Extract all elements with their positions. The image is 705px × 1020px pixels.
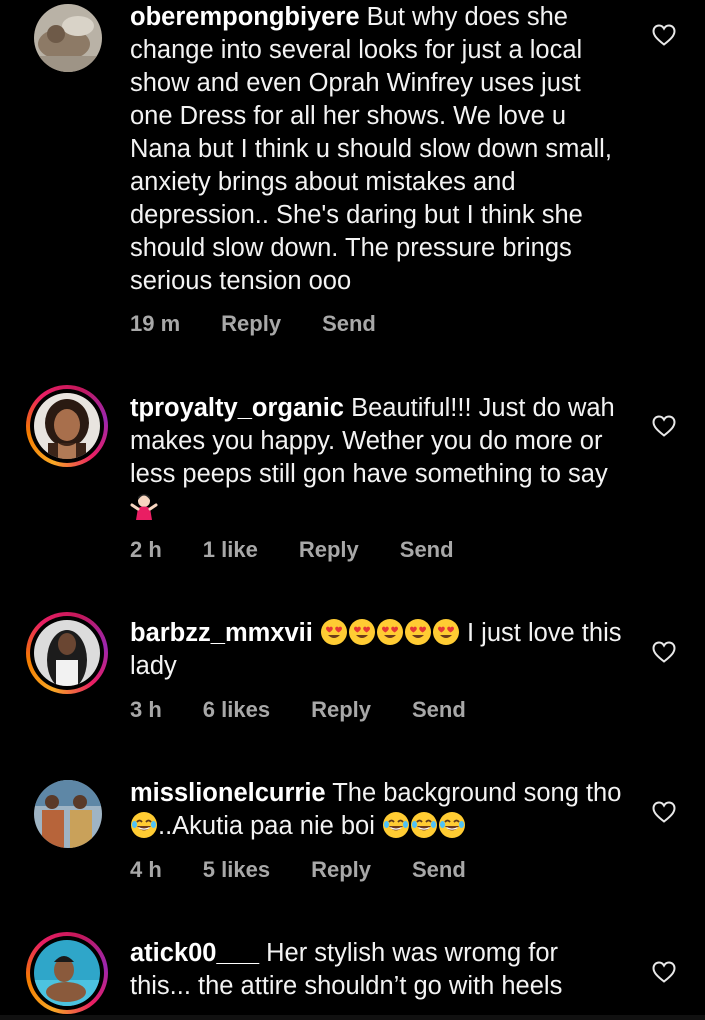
heart-outline-icon xyxy=(652,24,676,46)
comment-meta: 3 h 6 likes Reply Send xyxy=(130,697,507,723)
comment-body: The background song tho xyxy=(325,779,629,807)
reply-button[interactable]: Reply xyxy=(311,697,371,723)
comment-username[interactable]: misslionelcurrie xyxy=(130,779,326,807)
reply-button[interactable]: Reply xyxy=(299,537,359,563)
heart-eyes-emoji xyxy=(404,618,432,646)
heart-outline-icon xyxy=(652,641,676,663)
comment-meta: 2 h 1 like Reply Send xyxy=(130,537,495,563)
comment-time: 2 h xyxy=(130,537,162,562)
like-button[interactable] xyxy=(652,24,676,46)
comment-text: atick00___ Her stylish was wromg for thi… xyxy=(130,937,625,1003)
reply-button[interactable]: Reply xyxy=(221,311,281,337)
comment-username[interactable]: oberempongbiyere xyxy=(130,3,360,31)
heart-outline-icon xyxy=(652,801,676,823)
avatar[interactable] xyxy=(26,932,108,1014)
like-button[interactable] xyxy=(652,415,676,437)
send-button[interactable]: Send xyxy=(412,697,466,723)
tears-of-joy-emoji xyxy=(382,811,410,839)
comment-text: misslionelcurrie The background song tho… xyxy=(130,777,625,843)
comment-time: 4 h xyxy=(130,857,162,882)
comment-username[interactable]: atick00___ xyxy=(130,939,259,967)
avatar[interactable] xyxy=(34,780,102,848)
woman-shrugging-emoji xyxy=(130,492,158,520)
tears-of-joy-emoji xyxy=(410,811,438,839)
comment-username[interactable]: tproyalty_organic xyxy=(130,394,344,422)
heart-outline-icon xyxy=(652,415,676,437)
comment-time: 3 h xyxy=(130,697,162,722)
heart-eyes-emoji xyxy=(348,618,376,646)
like-button[interactable] xyxy=(652,641,676,663)
comment-text: oberempongbiyere But why does she change… xyxy=(130,1,625,298)
avatar[interactable] xyxy=(26,385,108,467)
comment-meta: 4 h 5 likes Reply Send xyxy=(130,857,507,883)
comment-meta: 19 m Reply Send xyxy=(130,311,417,337)
comment-time: 19 m xyxy=(130,311,181,336)
comment-likes[interactable]: 5 likes xyxy=(203,857,270,883)
like-button[interactable] xyxy=(652,961,676,983)
send-button[interactable]: Send xyxy=(412,857,466,883)
tears-of-joy-emoji xyxy=(438,811,466,839)
heart-outline-icon xyxy=(652,961,676,983)
heart-eyes-emoji xyxy=(432,618,460,646)
comment-likes[interactable]: 1 like xyxy=(203,537,258,563)
avatar[interactable] xyxy=(34,4,102,72)
comment-username[interactable]: barbzz_mmxvii xyxy=(130,619,313,647)
bottom-divider xyxy=(0,1015,705,1020)
comment-likes[interactable]: 6 likes xyxy=(203,697,270,723)
comment-text: barbzz_mmxvii I just love this lady xyxy=(130,617,625,683)
heart-eyes-emoji xyxy=(376,618,404,646)
send-button[interactable]: Send xyxy=(322,311,376,337)
reply-button[interactable]: Reply xyxy=(311,857,371,883)
comment-body: But why does she change into several loo… xyxy=(130,3,620,295)
avatar[interactable] xyxy=(26,612,108,694)
heart-eyes-emoji xyxy=(320,618,348,646)
like-button[interactable] xyxy=(652,801,676,823)
tears-of-joy-emoji xyxy=(130,811,158,839)
comment-text: tproyalty_organic Beautiful!!! Just do w… xyxy=(130,392,625,524)
comment-body-2: ..Akutia paa nie boi xyxy=(158,812,382,840)
send-button[interactable]: Send xyxy=(400,537,454,563)
